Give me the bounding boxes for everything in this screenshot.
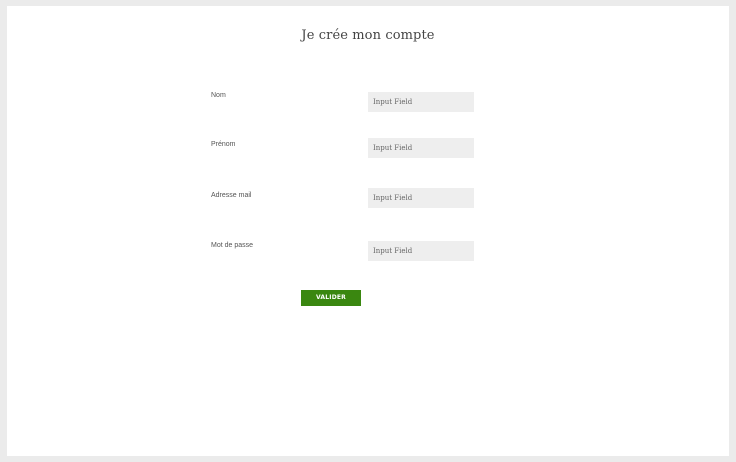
email-input[interactable] xyxy=(368,188,474,208)
field-label-prenom: Prénom xyxy=(211,141,236,148)
prenom-input[interactable] xyxy=(368,138,474,158)
password-input[interactable] xyxy=(368,241,474,261)
nom-input[interactable] xyxy=(368,92,474,112)
page-title: Je crée mon compte xyxy=(301,28,435,43)
field-label-email: Adresse mail xyxy=(211,192,252,199)
field-label-nom: Nom xyxy=(211,92,226,99)
signup-panel: Je crée mon compte Nom Prénom Adresse ma… xyxy=(7,6,729,456)
submit-button[interactable]: VALIDER xyxy=(301,290,361,306)
field-label-password: Mot de passe xyxy=(211,242,254,249)
